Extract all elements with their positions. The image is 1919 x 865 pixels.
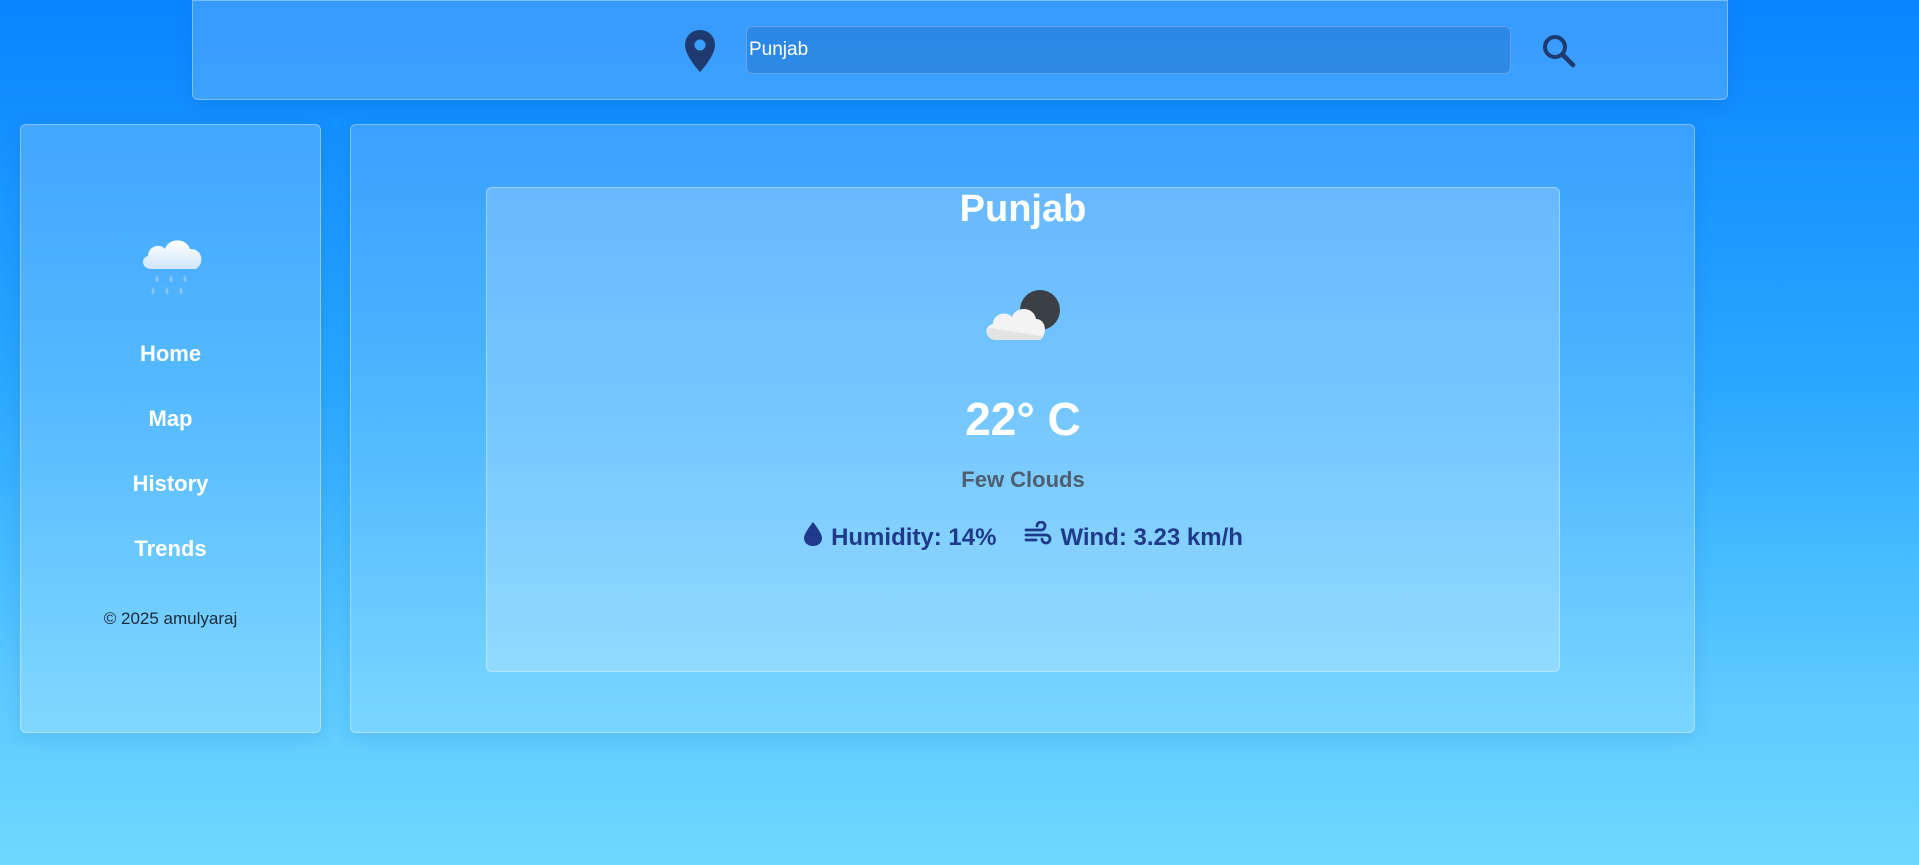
- search-bar: [192, 0, 1728, 100]
- nav-item-home[interactable]: Home: [21, 341, 320, 367]
- humidity-label: Humidity: 14%: [831, 523, 997, 551]
- copyright-text: © 2025 amulyaraj: [103, 609, 238, 628]
- nav-item-history[interactable]: History: [21, 471, 320, 497]
- city-name: Punjab: [959, 188, 1087, 230]
- map-pin-icon: [683, 29, 717, 73]
- search-input[interactable]: [746, 26, 1511, 74]
- wind-label: Wind: 3.23 km/h: [1060, 523, 1243, 551]
- search-button[interactable]: [1541, 33, 1577, 69]
- nav-item-map[interactable]: Map: [21, 406, 320, 432]
- wind-stat: Wind: 3.23 km/h: [1024, 520, 1243, 554]
- humidity-stat: Humidity: 14%: [803, 521, 996, 554]
- rain-cloud-icon: [135, 225, 211, 301]
- weather-description: Few Clouds: [961, 467, 1085, 492]
- nav-item-trends[interactable]: Trends: [21, 536, 320, 562]
- sidebar: Home Map History Trends © 2025 amulyaraj: [20, 124, 321, 733]
- wind-icon: [1024, 520, 1060, 554]
- water-drop-icon: [803, 521, 831, 554]
- weather-stats: Humidity: 14% Wind: 3.23 km/h: [487, 520, 1559, 554]
- weather-card: Punjab 22° C Few Clouds Humidity: 14% Wi…: [486, 187, 1560, 672]
- cloud-moon-icon: [982, 284, 1066, 344]
- main-panel: Punjab 22° C Few Clouds Humidity: 14% Wi…: [350, 124, 1695, 733]
- temperature: 22° C: [965, 393, 1081, 445]
- search-icon: [1541, 35, 1577, 72]
